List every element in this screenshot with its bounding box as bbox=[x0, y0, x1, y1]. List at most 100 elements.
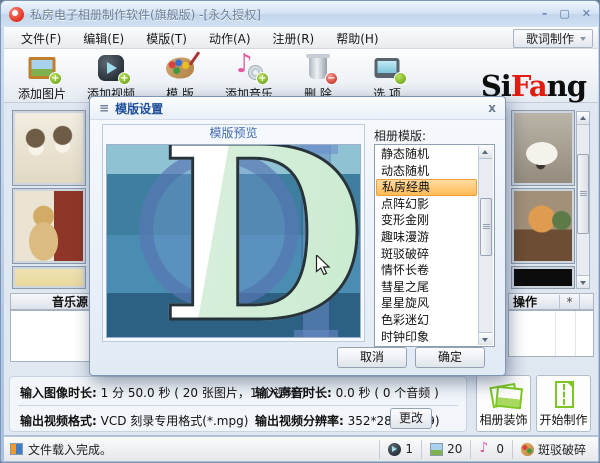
cancel-button[interactable]: 取消 bbox=[337, 347, 407, 368]
change-resolution-button[interactable]: 更改 bbox=[390, 408, 432, 429]
window-title: 私房电子相册制作软件(旗舰版) -[永久授权] bbox=[30, 7, 261, 22]
template-list-item-8[interactable]: 彗星之尾 bbox=[376, 279, 477, 296]
music-source-label: 音乐源 bbox=[51, 295, 88, 309]
badge-icon: + bbox=[256, 72, 269, 85]
app-window: 私房电子相册制作软件(旗舰版) -[永久授权] – ▢ ✕ 文件(F) 编辑(E)… bbox=[0, 0, 600, 463]
close-button[interactable]: ✕ bbox=[582, 7, 591, 21]
scrollbar-thumb[interactable] bbox=[480, 198, 492, 256]
dark-photo[interactable] bbox=[512, 267, 574, 288]
status-chart-icon bbox=[10, 443, 23, 455]
template-list-scrollbar[interactable] bbox=[478, 146, 493, 345]
template-list-item-1[interactable]: 动态随机 bbox=[376, 163, 477, 180]
dialog-close-icon[interactable]: x bbox=[488, 101, 496, 115]
badge-icon: − bbox=[325, 72, 338, 85]
two-puppies-photo[interactable] bbox=[13, 111, 85, 185]
dialog-title-bar[interactable]: ≡ 模版设置 x bbox=[90, 97, 505, 120]
start-production-button[interactable]: 开始制作 bbox=[536, 375, 591, 432]
scroll-up-icon[interactable] bbox=[479, 146, 492, 159]
app-icon bbox=[9, 6, 24, 22]
template-preview-image: D bbox=[106, 144, 361, 338]
template-list-item-3[interactable]: 点阵幻影 bbox=[376, 196, 477, 213]
video-count-cell: 1 bbox=[379, 439, 421, 459]
scroll-up-icon[interactable] bbox=[577, 112, 589, 125]
dialog-title: 模版设置 bbox=[115, 101, 164, 116]
scrollbar-thumb[interactable] bbox=[577, 154, 589, 234]
palette-icon bbox=[520, 442, 534, 456]
menu-item-2[interactable]: 模版(T) bbox=[137, 28, 196, 49]
trash-icon: − bbox=[303, 54, 338, 85]
badge-icon: + bbox=[118, 72, 131, 85]
music-source-header: 音乐源 bbox=[10, 293, 92, 310]
audio-count: 0 bbox=[496, 442, 504, 456]
template-list-item-11[interactable]: 时钟印象 bbox=[376, 329, 477, 346]
template-preview-panel: 模版预览 D bbox=[102, 124, 365, 342]
template-list-item-4[interactable]: 变形金刚 bbox=[376, 212, 477, 229]
music-source-list[interactable] bbox=[10, 310, 92, 362]
image-icon bbox=[430, 442, 444, 456]
template-list-item-6[interactable]: 斑驳破碎 bbox=[376, 246, 477, 263]
options-icon bbox=[372, 54, 407, 85]
bottom-panel: 输入图像时长: 1 分 50.0 秒 ( 20 张图片，1 个视频 ) 输入声音… bbox=[4, 374, 598, 435]
lyrics-make-label: 歌词制作 bbox=[525, 32, 574, 46]
white-dog-photo[interactable] bbox=[512, 111, 574, 185]
template-list-item-7[interactable]: 情怀长卷 bbox=[376, 262, 477, 279]
template-settings-dialog: ≡ 模版设置 x 模版预览 D 相册模版: 静态随机 动态随机 私房经典 点阵幻影 变形… bbox=[89, 96, 506, 376]
operations-col3 bbox=[579, 294, 593, 309]
badge-icon bbox=[394, 72, 407, 85]
template-list-item-9[interactable]: 星星旋风 bbox=[376, 295, 477, 312]
right-scrollbar[interactable] bbox=[576, 111, 590, 289]
template-list-item-10[interactable]: 色彩迷幻 bbox=[376, 312, 477, 329]
info-divider bbox=[18, 405, 458, 406]
left-thumbnail-list bbox=[13, 111, 85, 288]
title-bar: 私房电子相册制作软件(旗舰版) -[永久授权] – ▢ ✕ bbox=[1, 1, 599, 27]
toolbar-button-3[interactable]: +添加音乐 bbox=[221, 49, 277, 102]
cropped-photo[interactable] bbox=[13, 267, 85, 288]
operations-table[interactable] bbox=[508, 310, 594, 357]
image-count: 20 bbox=[447, 442, 463, 456]
scroll-down-icon[interactable] bbox=[577, 275, 589, 288]
start-production-label: 开始制作 bbox=[539, 413, 588, 427]
right-thumbnail-list bbox=[512, 111, 574, 288]
template-list-item-5[interactable]: 趣味漫游 bbox=[376, 229, 477, 246]
menu-item-0[interactable]: 文件(F) bbox=[12, 28, 70, 49]
menu-bar: 文件(F) 编辑(E) 模版(T) 动作(A) 注册(R) 帮助(H) 歌词制作 bbox=[4, 27, 598, 49]
chow-puppy-photo[interactable] bbox=[512, 189, 574, 263]
add-video-icon: + bbox=[96, 54, 131, 85]
album-decorate-button[interactable]: 相册装饰 bbox=[476, 375, 531, 432]
labrador-photo[interactable] bbox=[13, 189, 85, 263]
scroll-down-icon[interactable] bbox=[479, 332, 492, 345]
menu-item-1[interactable]: 编辑(E) bbox=[74, 28, 133, 49]
album-template-label: 相册模版: bbox=[374, 129, 427, 143]
status-bar: 文件载入完成。 1 20 0 斑驳破碎 bbox=[4, 436, 598, 461]
video-icon bbox=[388, 442, 402, 456]
toolbar: +添加图片+添加视频模 版+添加音乐−删 除选 项SiFang bbox=[4, 49, 598, 103]
toolbar-button-5[interactable]: 选 项 bbox=[359, 54, 415, 102]
menu-item-3[interactable]: 动作(A) bbox=[200, 28, 260, 49]
toolbar-button-1[interactable]: + 添加视频 bbox=[83, 54, 139, 102]
preview-letter-d: D bbox=[157, 145, 360, 337]
menu-item-5[interactable]: 帮助(H) bbox=[327, 28, 387, 49]
menu-item-4[interactable]: 注册(R) bbox=[264, 28, 324, 49]
operations-label: 操作 bbox=[513, 295, 538, 309]
maximize-button[interactable]: ▢ bbox=[559, 7, 569, 21]
dialog-system-icon[interactable]: ≡ bbox=[99, 101, 109, 115]
template-listbox[interactable]: 静态随机 动态随机 私房经典 点阵幻影 变形金刚 趣味漫游 斑驳破碎 情怀长卷 彗星之尾 星星旋风… bbox=[374, 144, 495, 347]
toolbar-button-2[interactable]: 模 版 bbox=[152, 54, 208, 102]
template-list-item-0[interactable]: 静态随机 bbox=[376, 146, 477, 163]
toolbar-button-4[interactable]: − 删 除 bbox=[290, 54, 346, 102]
audio-duration-row: 输入声音时长: 0.0 秒 ( 0 个音频 ) bbox=[255, 386, 439, 400]
music-note-icon bbox=[479, 440, 492, 456]
template-list-item-2[interactable]: 私房经典 bbox=[376, 179, 477, 196]
lyrics-make-button[interactable]: 歌词制作 bbox=[512, 29, 593, 48]
pictures-stack-icon bbox=[489, 381, 519, 409]
minimize-button[interactable]: – bbox=[542, 7, 548, 21]
status-message: 文件载入完成。 bbox=[28, 442, 113, 457]
toolbar-button-label: 添加图片 bbox=[17, 87, 66, 101]
output-info-box: 输入图像时长: 1 分 50.0 秒 ( 20 张图片，1 个视频 ) 输入声音… bbox=[9, 376, 467, 432]
album-decorate-label: 相册装饰 bbox=[479, 413, 528, 427]
video-count: 1 bbox=[405, 442, 414, 456]
current-template-cell[interactable]: 斑驳破碎 bbox=[511, 439, 594, 459]
ok-button[interactable]: 确定 bbox=[415, 347, 485, 368]
toolbar-button-0[interactable]: + 添加图片 bbox=[14, 54, 70, 102]
audio-count-cell: 0 bbox=[470, 439, 512, 459]
